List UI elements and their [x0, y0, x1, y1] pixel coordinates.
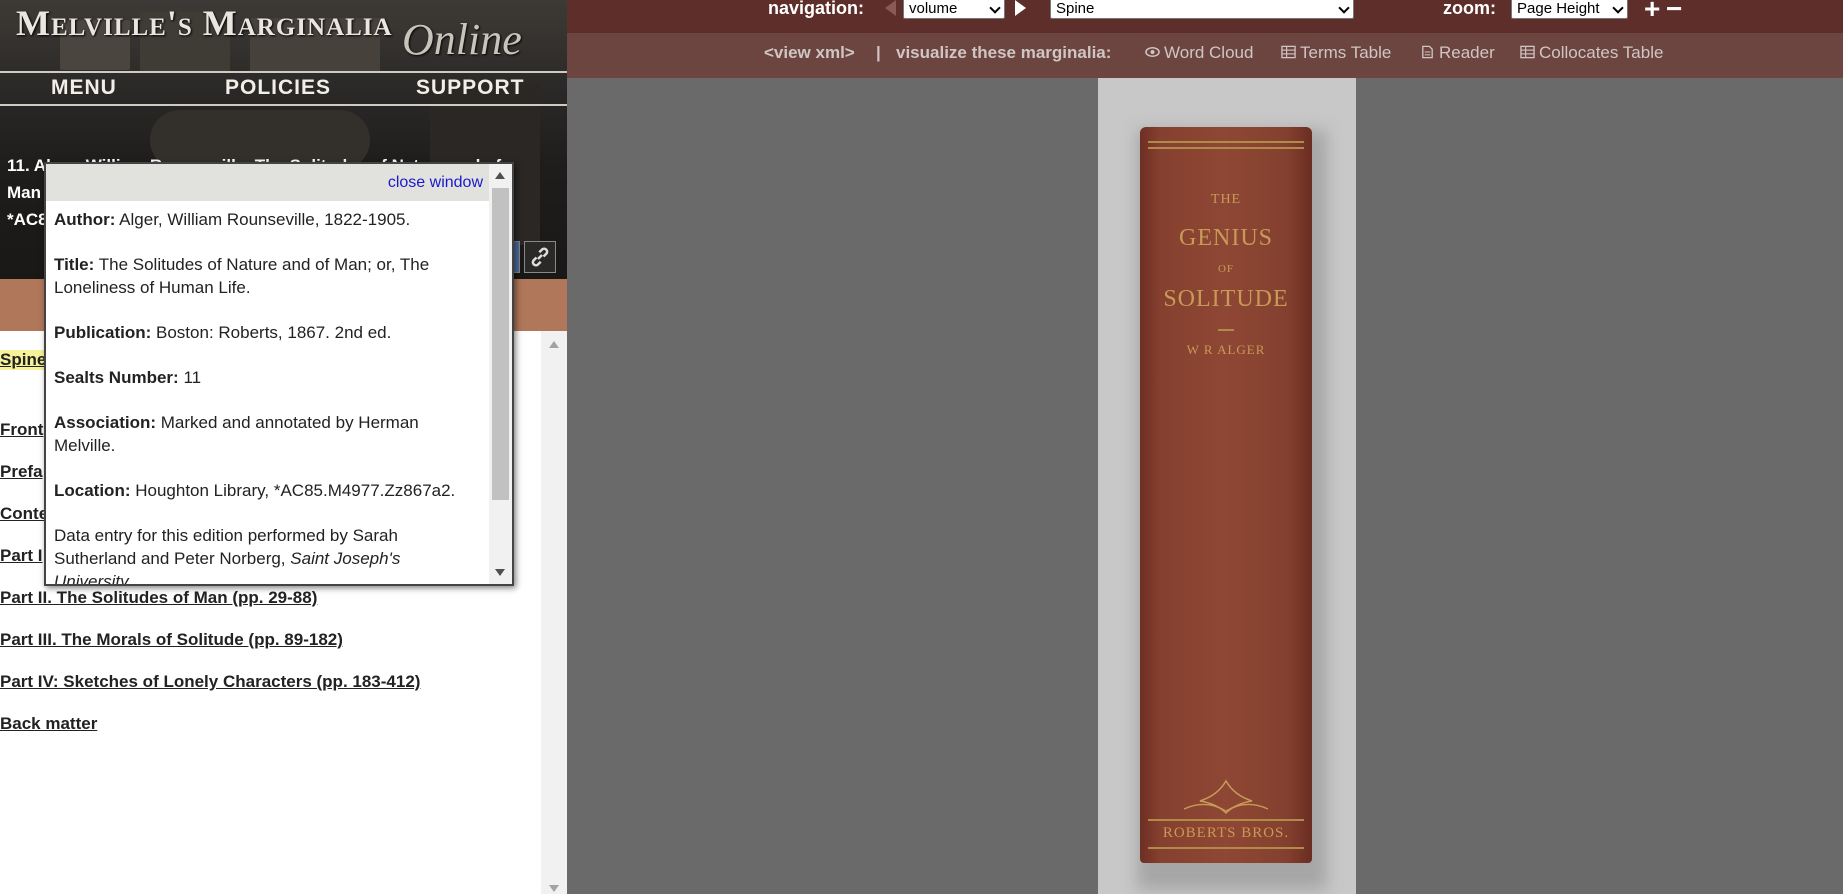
- metadata-popup: close window Author: Alger, William Roun…: [44, 162, 514, 586]
- popup-scroll-up-icon[interactable]: [495, 172, 505, 179]
- popup-header: close window: [46, 164, 489, 201]
- publication-label: Publication:: [54, 323, 152, 342]
- toc-item-contents[interactable]: Conte: [0, 504, 48, 524]
- publication-row: Publication: Boston: Roberts, 1867. 2nd …: [54, 321, 482, 344]
- left-panel: Melville's Marginalia Online MENU POLICI…: [0, 0, 567, 894]
- zoom-select-value: Page Height: [1517, 0, 1600, 17]
- nav-policies[interactable]: POLICIES: [225, 76, 331, 100]
- publication-value: Boston: Roberts, 1867. 2nd ed.: [156, 323, 392, 342]
- permalink-button[interactable]: [524, 241, 556, 273]
- chevron-down-icon: [1612, 2, 1624, 14]
- separator: |: [876, 43, 881, 62]
- book-spine-image: THE GENIUS OF SOLITUDE W R ALGER ROBERTS…: [1140, 127, 1312, 863]
- credit-row: Data entry for this edition performed by…: [54, 524, 482, 584]
- popup-body: Author: Alger, William Rounseville, 1822…: [54, 208, 482, 584]
- toc-item-spine[interactable]: Spine: [0, 350, 47, 370]
- popup-scrollbar[interactable]: [489, 164, 512, 584]
- nav-support[interactable]: SUPPORT: [416, 76, 525, 100]
- navigation-label: navigation:: [768, 0, 865, 18]
- sealts-label: Sealts Number:: [54, 368, 179, 387]
- spine-title-line2: GENIUS: [1179, 225, 1273, 251]
- table-icon: [1281, 45, 1296, 59]
- gold-rule: [1148, 147, 1304, 149]
- volume-select-value: volume: [909, 0, 958, 17]
- app-root: Melville's Marginalia Online MENU POLICI…: [0, 0, 1843, 894]
- site-subtitle: Online: [402, 15, 522, 64]
- banner-divider-top: [0, 71, 567, 73]
- zoom-out-button[interactable]: −: [1666, 0, 1682, 23]
- navigation-bar: navigation: volume Spine zoom: Page Heig…: [567, 0, 1843, 33]
- gold-rule: [1148, 847, 1304, 849]
- spine-title-line1: THE: [1210, 192, 1242, 207]
- document-icon: [1422, 45, 1433, 59]
- close-window-link[interactable]: close window: [388, 174, 483, 192]
- viewer-panel: navigation: volume Spine zoom: Page Heig…: [567, 0, 1843, 894]
- terms-table-label: Terms Table: [1300, 43, 1392, 62]
- page-select[interactable]: Spine: [1050, 0, 1354, 19]
- toc-item-part-4[interactable]: Part IV: Sketches of Lonely Characters (…: [0, 672, 420, 692]
- scroll-up-icon[interactable]: [549, 341, 559, 348]
- toc-item-part-2[interactable]: Part II. The Solitudes of Man (pp. 29-88…: [0, 588, 317, 608]
- gold-rule: [1218, 329, 1234, 331]
- page-select-value: Spine: [1056, 0, 1095, 17]
- banner-divider-bottom: [0, 104, 567, 106]
- author-label: Author:: [54, 210, 116, 229]
- eye-icon: [1145, 47, 1160, 57]
- association-row: Association: Marked and annotated by Her…: [54, 411, 482, 457]
- spine-title-line3: OF: [1217, 263, 1235, 275]
- toc-item-part-1[interactable]: Part I: [0, 546, 43, 566]
- toc-scrollbar[interactable]: [541, 331, 567, 894]
- reader-link[interactable]: Reader: [1420, 43, 1495, 63]
- author-value: Alger, William Rounseville, 1822-1905.: [119, 210, 411, 229]
- gold-rule: [1148, 819, 1304, 821]
- author-row: Author: Alger, William Rounseville, 1822…: [54, 208, 482, 231]
- next-page-icon[interactable]: [1015, 0, 1026, 16]
- terms-table-link[interactable]: Terms Table: [1281, 43, 1391, 63]
- location-row: Location: Houghton Library, *AC85.M4977.…: [54, 479, 482, 502]
- chevron-down-icon: [1338, 2, 1350, 14]
- location-value: Houghton Library, *AC85.M4977.Zz867a2.: [135, 481, 456, 500]
- prev-page-icon[interactable]: [885, 0, 896, 16]
- spine-ornament: [1183, 779, 1269, 815]
- zoom-label: zoom:: [1443, 0, 1496, 18]
- title-row: Title: The Solitudes of Nature and of Ma…: [54, 253, 482, 299]
- zoom-in-button[interactable]: +: [1644, 0, 1660, 23]
- collocates-table-label: Collocates Table: [1539, 43, 1664, 62]
- scroll-down-icon[interactable]: [549, 885, 559, 892]
- toc-item-preface[interactable]: Prefa: [0, 462, 43, 482]
- title-value: The Solitudes of Nature and of Man; or, …: [54, 255, 430, 297]
- location-label: Location:: [54, 481, 131, 500]
- table-icon: [1520, 45, 1535, 59]
- word-cloud-link[interactable]: Word Cloud: [1145, 43, 1253, 63]
- sealts-row: Sealts Number: 11: [54, 366, 482, 389]
- link-icon: [531, 247, 549, 267]
- popup-scroll-thumb[interactable]: [492, 188, 509, 500]
- sealts-value: 11: [183, 368, 202, 387]
- nav-menu[interactable]: MENU: [51, 76, 117, 100]
- word-cloud-label: Word Cloud: [1164, 43, 1254, 62]
- spine-author: W R ALGER: [1186, 342, 1266, 357]
- visualize-label: visualize these marginalia:: [896, 43, 1112, 62]
- site-title[interactable]: Melville's Marginalia: [16, 2, 393, 44]
- toc-item-part-3[interactable]: Part III. The Morals of Solitude (pp. 89…: [0, 630, 343, 650]
- title-label: Title:: [54, 255, 95, 274]
- volume-select[interactable]: volume: [903, 0, 1005, 19]
- gold-rule: [1148, 141, 1304, 143]
- toc-item-front[interactable]: Front: [0, 420, 43, 440]
- toc-item-back-matter[interactable]: Back matter: [0, 714, 97, 734]
- chevron-down-icon: [989, 2, 1001, 14]
- popup-scroll-down-icon[interactable]: [495, 569, 505, 576]
- page-viewer[interactable]: THE GENIUS OF SOLITUDE W R ALGER ROBERTS…: [567, 78, 1843, 894]
- view-xml-link[interactable]: <view xml>: [764, 43, 855, 63]
- spine-title-line4: SOLITUDE: [1163, 286, 1289, 312]
- reader-label: Reader: [1439, 43, 1495, 62]
- collocates-table-link[interactable]: Collocates Table: [1520, 43, 1663, 63]
- association-label: Association:: [54, 413, 157, 432]
- spine-publisher: ROBERTS BROS.: [1162, 825, 1290, 841]
- zoom-select[interactable]: Page Height: [1511, 0, 1628, 19]
